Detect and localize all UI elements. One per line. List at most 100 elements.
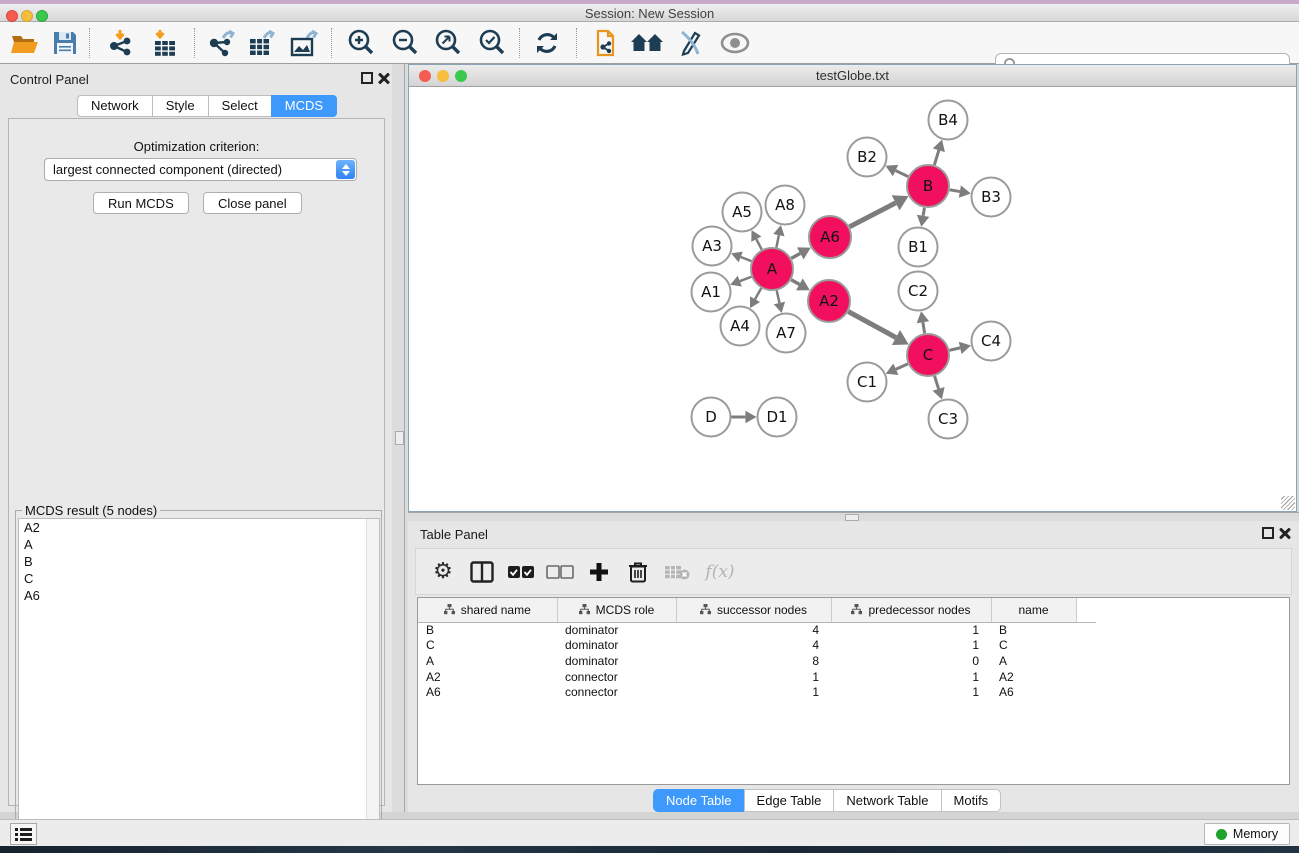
deselect-all-button[interactable] [541, 553, 579, 591]
node-label: A6 [820, 228, 840, 246]
table-row[interactable]: Bdominator41B [418, 622, 1096, 638]
vertical-splitter[interactable] [392, 64, 408, 812]
horizontal-splitter[interactable] [408, 512, 1299, 521]
criterion-dropdown[interactable]: largest connected component (directed) [44, 158, 357, 181]
table-row[interactable]: Adominator80A [418, 653, 1096, 669]
splitter-handle[interactable] [395, 431, 404, 445]
column-header-shared-name[interactable]: shared name [418, 598, 557, 622]
graph-edge[interactable] [741, 257, 752, 261]
column-manager-button[interactable] [463, 553, 501, 591]
mcds-result-item[interactable]: B [19, 553, 379, 570]
float-panel-icon[interactable] [1262, 527, 1274, 539]
apply-function-button[interactable]: f(x) [697, 553, 743, 591]
splitter-handle[interactable] [845, 514, 859, 521]
select-all-button[interactable] [502, 553, 540, 591]
tab-edge-table[interactable]: Edge Table [744, 789, 834, 812]
run-mcds-button[interactable]: Run MCDS [93, 192, 189, 214]
mcds-result-item[interactable]: A [19, 536, 379, 553]
tab-select[interactable]: Select [208, 95, 271, 117]
table-row[interactable]: Cdominator41C [418, 638, 1096, 654]
close-panel-icon[interactable] [1279, 527, 1291, 539]
plus-icon [588, 561, 610, 583]
zoom-in-button[interactable] [342, 25, 380, 61]
save-session-button[interactable] [46, 25, 84, 61]
zoom-out-button[interactable] [386, 25, 424, 61]
import-table-button[interactable] [146, 25, 184, 61]
mcds-result-list[interactable]: A2ABCA6 [18, 518, 380, 851]
table-row[interactable]: A6connector11A6 [418, 684, 1096, 700]
column-header-MCDS-role[interactable]: MCDS role [557, 598, 676, 622]
import-network-button[interactable] [101, 25, 139, 61]
result-scrollbar[interactable] [366, 519, 379, 850]
tab-motifs[interactable]: Motifs [941, 789, 1002, 812]
table-options-button[interactable]: ⚙ [424, 553, 462, 591]
main-toolbar [0, 22, 1299, 64]
home-button[interactable] [628, 25, 666, 61]
mcds-result-item[interactable]: A2 [19, 519, 379, 536]
node-label: A7 [776, 324, 796, 342]
add-column-button[interactable] [580, 553, 618, 591]
show-graphics-icon [719, 31, 751, 55]
node-label: A3 [702, 237, 722, 255]
tab-node-table[interactable]: Node Table [653, 789, 744, 812]
mcds-result-item[interactable]: A6 [19, 587, 379, 604]
graph-edge[interactable] [934, 150, 938, 165]
tab-network-table[interactable]: Network Table [833, 789, 940, 812]
zoom-selected-button[interactable] [473, 25, 511, 61]
graph-edge[interactable] [756, 239, 761, 249]
resize-grip-icon[interactable] [1281, 496, 1295, 510]
graph-edge[interactable] [896, 171, 909, 177]
graph-edge[interactable] [923, 208, 924, 216]
graph-edge[interactable] [850, 203, 896, 227]
save-session-icon [52, 30, 78, 56]
network-canvas[interactable]: B4B2BB3A5A8A6A3AB1A1A2C2A4A7C4CC1C3DD1 [409, 87, 1296, 511]
network-frame-titlebar: testGlobe.txt [409, 65, 1296, 87]
delete-table-button[interactable] [658, 553, 696, 591]
graph-edge[interactable] [896, 364, 908, 369]
control-panel-title: Control Panel [10, 72, 89, 87]
hide-annotations-icon [675, 29, 705, 57]
node-label: B4 [938, 111, 958, 129]
edge-arrowhead [745, 411, 756, 424]
graph-edge[interactable] [791, 280, 799, 285]
graph-edge[interactable] [776, 235, 778, 247]
tab-style[interactable]: Style [152, 95, 208, 117]
tab-mcds[interactable]: MCDS [271, 95, 337, 117]
memory-button[interactable]: Memory [1204, 823, 1290, 845]
dropdown-stepper-icon[interactable] [336, 160, 355, 179]
graph-edge[interactable] [848, 312, 896, 338]
graph-edge[interactable] [791, 253, 800, 258]
delete-column-button[interactable] [619, 553, 657, 591]
graph-edge[interactable] [923, 322, 925, 333]
column-header-successor-nodes[interactable]: successor nodes [676, 598, 831, 622]
column-manager-icon [470, 561, 494, 583]
export-image-button[interactable] [285, 25, 323, 61]
table-cell: B [418, 622, 557, 638]
column-header-name[interactable]: name [991, 598, 1076, 622]
graph-edge[interactable] [740, 277, 752, 281]
toolbar-separator [331, 28, 332, 58]
hide-annotations-button[interactable] [671, 25, 709, 61]
graph-edge[interactable] [755, 288, 761, 299]
mcds-result-item[interactable]: C [19, 570, 379, 587]
export-network-button[interactable] [203, 25, 241, 61]
copy-network-button[interactable] [586, 25, 624, 61]
refresh-button[interactable] [528, 25, 566, 61]
tab-network[interactable]: Network [77, 95, 152, 117]
show-graphics-button[interactable] [716, 25, 754, 61]
task-history-button[interactable] [10, 823, 37, 845]
graph-edge[interactable] [935, 376, 939, 389]
close-panel-button[interactable]: Close panel [203, 192, 302, 214]
graph-edge[interactable] [950, 190, 960, 192]
table-header-row: shared nameMCDS rolesuccessor nodesprede… [418, 598, 1096, 622]
column-header-predecessor-nodes[interactable]: predecessor nodes [831, 598, 991, 622]
open-session-button[interactable] [6, 25, 44, 61]
node-label: B2 [857, 148, 877, 166]
zoom-fit-button[interactable] [429, 25, 467, 61]
export-table-button[interactable] [243, 25, 281, 61]
float-panel-icon[interactable] [361, 72, 373, 84]
graph-edge[interactable] [777, 290, 780, 302]
graph-edge[interactable] [949, 348, 960, 350]
export-network-icon [207, 29, 237, 57]
table-row[interactable]: A2connector11A2 [418, 669, 1096, 685]
